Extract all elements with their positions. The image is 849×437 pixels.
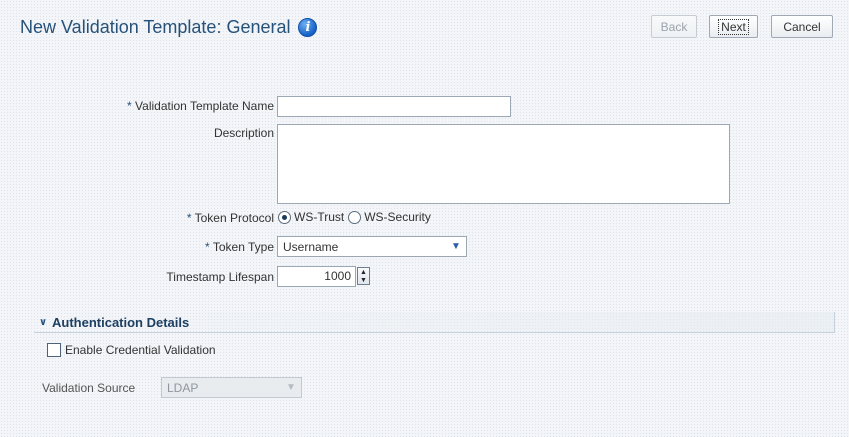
cancel-button-label: Cancel: [783, 19, 821, 34]
template-name-input[interactable]: [277, 96, 511, 117]
timestamp-lifespan-label: Timestamp Lifespan: [166, 270, 274, 284]
page-title-text: New Validation Template: General: [20, 17, 291, 37]
info-icon[interactable]: i: [298, 18, 318, 37]
required-marker: *: [205, 240, 210, 254]
validation-source-label: Validation Source: [42, 381, 135, 395]
authentication-details-header[interactable]: ∨ Authentication Details: [34, 312, 835, 333]
back-button-label: Back: [660, 19, 688, 34]
enable-credential-validation-label[interactable]: Enable Credential Validation: [65, 343, 216, 357]
ws-trust-radio[interactable]: [278, 210, 291, 224]
ws-security-radio[interactable]: [348, 210, 362, 224]
back-button[interactable]: Back: [651, 15, 697, 38]
token-protocol-radio-group: WS-Trust WS-Security: [278, 210, 435, 224]
next-button-label: Next: [718, 18, 749, 35]
disclosure-chevron-icon[interactable]: ∨: [39, 317, 47, 328]
required-marker: *: [127, 99, 132, 113]
description-label: Description: [214, 126, 274, 140]
validation-source-value: LDAP: [167, 380, 199, 395]
token-type-label-text: Token Type: [212, 240, 274, 254]
required-marker: *: [186, 211, 192, 225]
next-button[interactable]: Next: [709, 15, 758, 38]
token-type-value: Username: [283, 239, 339, 254]
cancel-button[interactable]: Cancel: [771, 15, 833, 38]
timestamp-lifespan-input[interactable]: 1000: [277, 266, 356, 287]
authentication-details-title: Authentication Details: [52, 315, 190, 330]
page-header: New Validation Template: General i Back …: [0, 0, 849, 52]
spinner-down-icon[interactable]: ▼: [360, 277, 367, 284]
timestamp-lifespan-value: 1000: [324, 269, 351, 283]
page-title: New Validation Template: General i: [20, 17, 318, 38]
template-name-label-text: Validation Template Name: [135, 99, 274, 113]
chevron-down-icon: ▼: [451, 241, 461, 252]
timestamp-spinner[interactable]: ▲ ▼: [357, 267, 370, 285]
token-type-label: * Token Type: [205, 240, 274, 254]
token-type-select[interactable]: Username ▼: [277, 236, 467, 257]
enable-credential-validation-text: Enable Credential Validation: [65, 343, 216, 357]
chevron-down-icon: ▼: [286, 382, 296, 393]
spinner-up-icon[interactable]: ▲: [360, 269, 367, 276]
description-label-text: Description: [213, 126, 274, 140]
validation-source-select[interactable]: LDAP ▼: [161, 377, 302, 398]
token-protocol-label: * Token Protocol: [187, 211, 274, 225]
token-protocol-label-text: Token Protocol: [194, 211, 274, 225]
timestamp-lifespan-label-text: Timestamp Lifespan: [166, 270, 274, 284]
enable-credential-validation-checkbox[interactable]: [47, 343, 61, 357]
description-textarea[interactable]: [277, 124, 730, 204]
validation-source-label-text: Validation Source: [42, 381, 136, 395]
template-name-label: * Validation Template Name: [127, 99, 274, 113]
ws-security-label[interactable]: WS-Security: [364, 210, 431, 224]
ws-trust-label[interactable]: WS-Trust: [294, 210, 344, 224]
